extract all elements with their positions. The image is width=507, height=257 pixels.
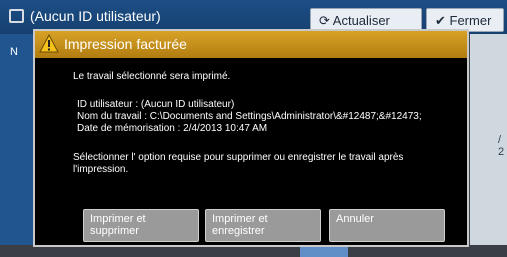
cancel-label: Annuler — [336, 213, 374, 225]
print-and-delete-button[interactable]: Imprimer et supprimer — [83, 209, 199, 242]
stored-date-text: Date de mémorisation : 2/4/2013 10:47 AM — [77, 123, 268, 134]
close-label: Fermer — [449, 13, 492, 28]
warning-icon — [39, 34, 59, 53]
print-and-save-label-1: Imprimer et — [212, 213, 268, 225]
dialog-message: Le travail sélectionné sera imprimé. — [73, 71, 231, 82]
page-indicator: / 2 — [498, 134, 505, 158]
print-and-save-label-2: enregistrer — [212, 225, 265, 237]
checkmark-icon: ✔ — [435, 13, 450, 28]
print-and-delete-label-2: supprimer — [90, 225, 139, 237]
refresh-icon: ⟳ — [319, 13, 333, 28]
billed-print-dialog: Impression facturée Le travail sélection… — [33, 29, 469, 247]
user-id-text: ID utilisateur : (Aucun ID utilisateur) — [77, 99, 235, 110]
sidebar-letter: N — [10, 46, 18, 58]
job-name-text: Nom du travail : C:\Documents and Settin… — [77, 111, 422, 122]
printer-icon — [9, 9, 24, 23]
cancel-button[interactable]: Annuler — [329, 209, 445, 242]
print-and-save-button[interactable]: Imprimer et enregistrer — [205, 209, 321, 242]
instruction-line-2: l'impression. — [73, 164, 129, 175]
instruction-line-1: Sélectionner l' option requise pour supp… — [73, 152, 404, 163]
dialog-title: Impression facturée — [64, 36, 187, 52]
window-title: (Aucun ID utilisateur) — [30, 8, 161, 24]
print-and-delete-label-1: Imprimer et — [90, 213, 146, 225]
refresh-label: Actualiser — [332, 13, 390, 28]
dialog-header: Impression facturée — [35, 31, 467, 58]
background-sidebar: N — [0, 34, 33, 257]
background-bottom-button — [300, 246, 348, 257]
